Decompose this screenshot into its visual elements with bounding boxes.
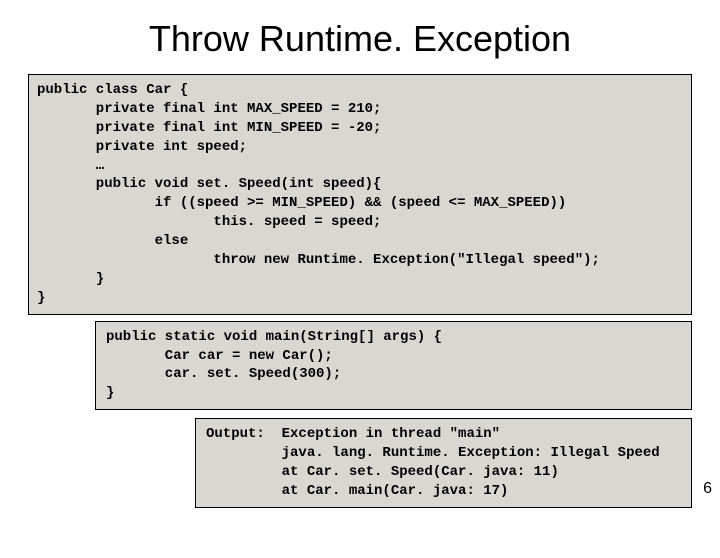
- slide-title: Throw Runtime. Exception: [0, 18, 720, 60]
- page-number: 6: [703, 480, 712, 498]
- code-block-main: public static void main(String[] args) {…: [95, 321, 692, 411]
- code-block-class-car: public class Car { private final int MAX…: [28, 74, 692, 315]
- code-block-output: Output: Exception in thread "main" java.…: [195, 418, 692, 508]
